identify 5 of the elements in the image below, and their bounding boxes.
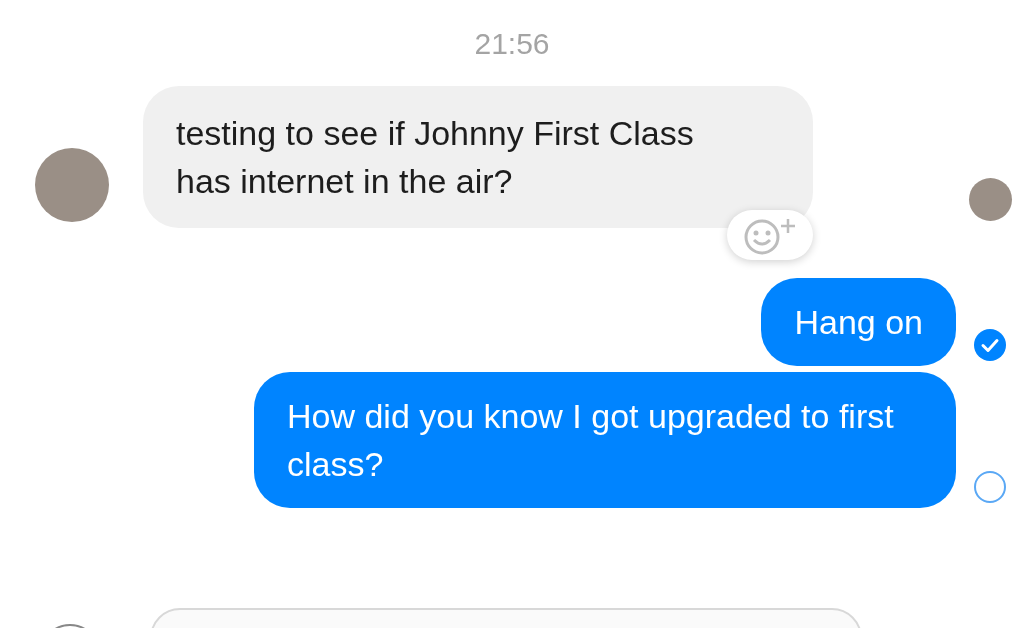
timestamp: 21:56 bbox=[474, 26, 550, 62]
message-text: testing to see if Johnny First Class has internet in the air? bbox=[143, 86, 813, 228]
message-text: Hang on bbox=[761, 278, 956, 366]
add-reaction-button[interactable] bbox=[727, 210, 813, 260]
message-text: How did you know I got upgraded to first class? bbox=[254, 372, 956, 508]
